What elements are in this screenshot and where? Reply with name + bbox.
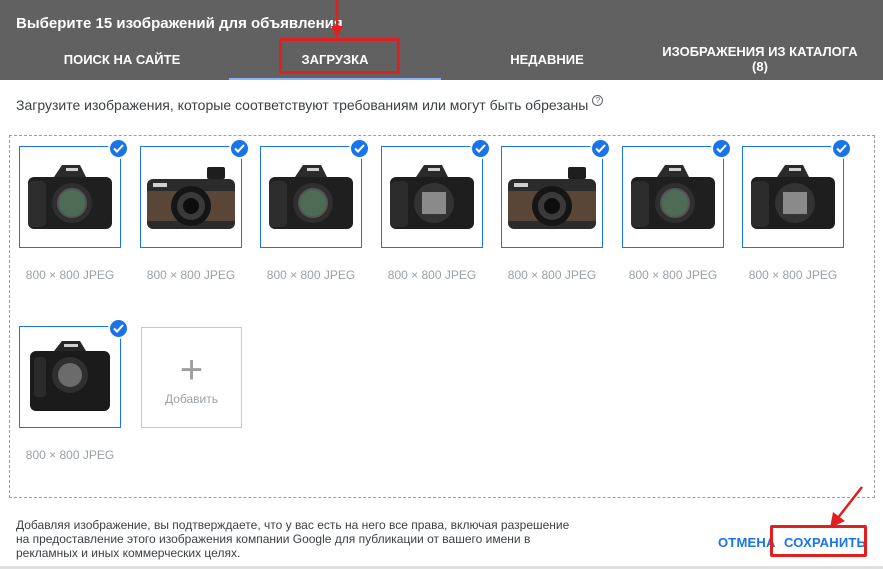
- selected-check-icon[interactable]: [108, 318, 129, 339]
- cancel-button[interactable]: ОТМЕНА: [718, 535, 776, 550]
- add-image-label: Добавить: [164, 392, 219, 406]
- camera-image: [508, 167, 596, 229]
- dialog-title: Выберите 15 изображений для объявления: [16, 15, 343, 32]
- image-thumbnail[interactable]: [260, 146, 362, 248]
- tab-site-search[interactable]: ПОИСК НА САЙТЕ: [0, 38, 244, 80]
- camera-image: [751, 165, 835, 229]
- tab-catalog-images[interactable]: ИЗОБРАЖЕНИЯ ИЗ КАТАЛОГА (8): [654, 38, 866, 80]
- camera-image: [390, 165, 474, 229]
- instruction-text: Загрузите изображения, которые соответст…: [16, 97, 589, 113]
- image-dimensions-label: 800 × 800 JPEG: [387, 268, 477, 282]
- image-dimensions-label: 800 × 800 JPEG: [146, 268, 236, 282]
- image-thumbnail[interactable]: [381, 146, 483, 248]
- image-thumbnail[interactable]: [19, 146, 121, 248]
- image-thumbnail[interactable]: [501, 146, 603, 248]
- camera-image: [30, 341, 110, 411]
- image-dimensions-label: 800 × 800 JPEG: [25, 448, 115, 462]
- image-thumbnail[interactable]: [140, 146, 242, 248]
- selected-check-icon[interactable]: [229, 138, 250, 159]
- image-thumbnail[interactable]: [622, 146, 724, 248]
- help-circle-icon[interactable]: ?: [592, 95, 604, 106]
- selected-check-icon[interactable]: [349, 138, 370, 159]
- selected-check-icon[interactable]: [711, 138, 732, 159]
- camera-image: [147, 167, 235, 229]
- upload-instruction: Загрузите изображения, которые соответст…: [16, 95, 604, 113]
- image-dimensions-label: 800 × 800 JPEG: [748, 268, 838, 282]
- image-dimensions-label: 800 × 800 JPEG: [25, 268, 115, 282]
- image-dimensions-label: 800 × 800 JPEG: [266, 268, 356, 282]
- selected-check-icon[interactable]: [831, 138, 852, 159]
- save-button[interactable]: СОХРАНИТЬ: [784, 535, 866, 550]
- tab-bar: ПОИСК НА САЙТЕ ЗАГРУЗКА НЕДАВНИЕ ИЗОБРАЖ…: [0, 38, 883, 80]
- camera-image: [269, 165, 353, 229]
- selected-check-icon[interactable]: [108, 138, 129, 159]
- plus-icon: +: [179, 348, 204, 392]
- dialog-header: Выберите 15 изображений для объявления П…: [0, 0, 883, 80]
- selected-check-icon[interactable]: [470, 138, 491, 159]
- image-dimensions-label: 800 × 800 JPEG: [507, 268, 597, 282]
- rights-disclaimer: Добавляя изображение, вы подтверждаете, …: [16, 518, 570, 560]
- image-thumbnail[interactable]: [19, 326, 121, 428]
- tab-recent[interactable]: НЕДАВНИЕ: [440, 38, 654, 80]
- image-thumbnail[interactable]: [742, 146, 844, 248]
- tab-upload[interactable]: ЗАГРУЗКА: [230, 38, 440, 80]
- selected-check-icon[interactable]: [590, 138, 611, 159]
- camera-image: [631, 165, 715, 229]
- camera-image: [28, 165, 112, 229]
- add-image-button[interactable]: + Добавить: [141, 327, 242, 428]
- image-dimensions-label: 800 × 800 JPEG: [628, 268, 718, 282]
- active-tab-indicator: [229, 78, 441, 80]
